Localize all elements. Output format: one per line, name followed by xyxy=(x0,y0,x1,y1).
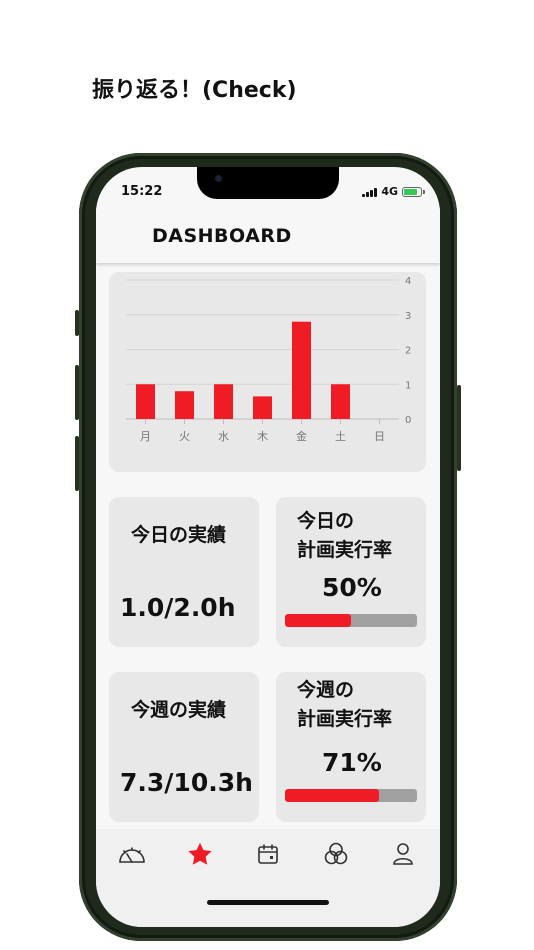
weekly-bar-chart: 0 1 2 3 4 月 火 水 木 金 土 日 xyxy=(126,276,411,443)
chart-bar xyxy=(136,384,155,419)
chart-y-tick-label: 2 xyxy=(405,346,411,357)
today-plan-value: 50% xyxy=(322,573,382,602)
today-plan-label-line1: 今日の xyxy=(297,510,355,532)
calendar-icon xyxy=(258,844,278,864)
chart-x-tick-label: 月 xyxy=(140,430,151,443)
week-actual-label: 今週の実績 xyxy=(131,699,227,721)
week-plan-label-line1: 今週の xyxy=(297,679,355,701)
chart-bar xyxy=(331,384,350,419)
tab-analysis[interactable] xyxy=(319,839,353,869)
star-icon xyxy=(188,842,212,865)
tab-check[interactable] xyxy=(183,839,217,869)
chart-x-tick-label: 日 xyxy=(374,430,385,443)
today-plan-progress xyxy=(285,614,417,627)
today-plan-label-line2: 計画実行率 xyxy=(297,539,393,561)
camera-icon xyxy=(215,175,222,182)
today-actual-value: 1.0/2.0h xyxy=(120,593,236,622)
today-actual-label: 今日の実績 xyxy=(131,524,227,546)
week-actual-card: 今週の実績 7.3/10.3h xyxy=(109,672,259,822)
app-header: DASHBOARD xyxy=(96,207,440,263)
side-button xyxy=(75,310,79,336)
chart-x-tick-label: 金 xyxy=(296,429,307,443)
tab-profile[interactable] xyxy=(386,839,420,869)
chart-bar xyxy=(214,384,233,419)
chart-x-tick-label: 土 xyxy=(335,430,346,443)
home-indicator xyxy=(207,900,329,905)
week-plan-progress-fill xyxy=(285,789,379,802)
gauge-icon xyxy=(119,847,145,863)
phone-screen: 15:22 4G DASHBOARD 0 1 2 3 4 月 火 水 木 金 土 日 今日の実績 1.… xyxy=(96,167,440,927)
week-plan-label-line2: 計画実行率 xyxy=(297,708,393,730)
person-icon xyxy=(393,843,413,865)
tab-calendar[interactable] xyxy=(251,839,285,869)
side-button xyxy=(75,365,79,420)
tab-dashboard[interactable] xyxy=(115,839,149,869)
weekly-chart-card: 0 1 2 3 4 月 火 水 木 金 土 日 xyxy=(109,272,426,472)
battery-icon xyxy=(402,186,425,197)
chart-y-tick-label: 3 xyxy=(405,311,411,322)
today-plan-card: 今日の 計画実行率 50% xyxy=(276,497,426,647)
network-type: 4G xyxy=(381,185,398,198)
chart-x-tick-label: 水 xyxy=(218,430,229,443)
today-actual-card: 今日の実績 1.0/2.0h xyxy=(109,497,259,647)
side-button xyxy=(457,385,461,471)
week-plan-card: 今週の 計画実行率 71% xyxy=(276,672,426,822)
chart-bar xyxy=(292,321,311,419)
page-caption: 振り返る！(Check) xyxy=(92,78,297,103)
chart-bar xyxy=(253,396,272,419)
chart-y-tick-label: 0 xyxy=(405,415,411,426)
chart-y-tick-label: 1 xyxy=(405,380,411,391)
status-time: 15:22 xyxy=(121,184,163,199)
chart-x-tick-label: 火 xyxy=(179,430,190,443)
notch xyxy=(197,167,339,199)
week-plan-progress xyxy=(285,789,417,802)
chart-x-tick-label: 木 xyxy=(257,430,268,443)
page-title: DASHBOARD xyxy=(152,225,292,247)
today-plan-progress-fill xyxy=(285,614,351,627)
week-plan-value: 71% xyxy=(322,748,382,777)
week-actual-value: 7.3/10.3h xyxy=(120,768,253,797)
chart-bar xyxy=(175,391,194,419)
side-button xyxy=(75,436,79,491)
circles-icon xyxy=(324,842,348,865)
tab-bar xyxy=(96,829,440,927)
status-indicators: 4G xyxy=(362,185,425,198)
signal-icon xyxy=(362,187,378,197)
chart-y-tick-label: 4 xyxy=(405,276,411,287)
